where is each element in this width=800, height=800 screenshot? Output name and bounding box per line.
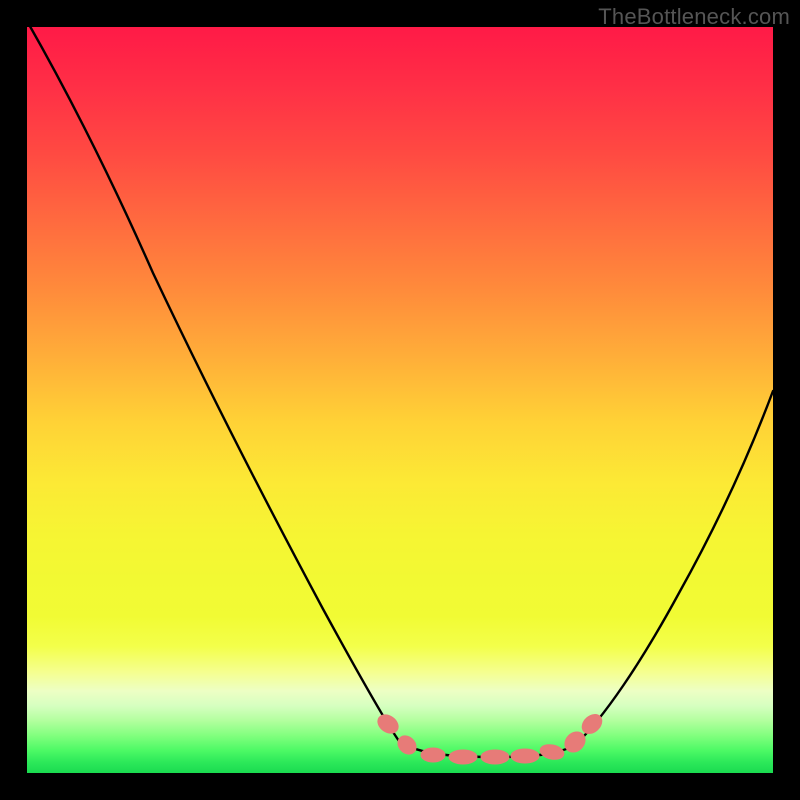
- chart-frame: TheBottleneck.com: [0, 0, 800, 800]
- watermark-text: TheBottleneck.com: [598, 4, 790, 30]
- chart-svg: [27, 27, 773, 773]
- bottleneck-curve: [27, 21, 773, 757]
- curve-left-segment: [27, 21, 399, 741]
- highlight-markers: [374, 711, 605, 764]
- curve-right-segment: [575, 391, 773, 745]
- plot-area: [27, 27, 773, 773]
